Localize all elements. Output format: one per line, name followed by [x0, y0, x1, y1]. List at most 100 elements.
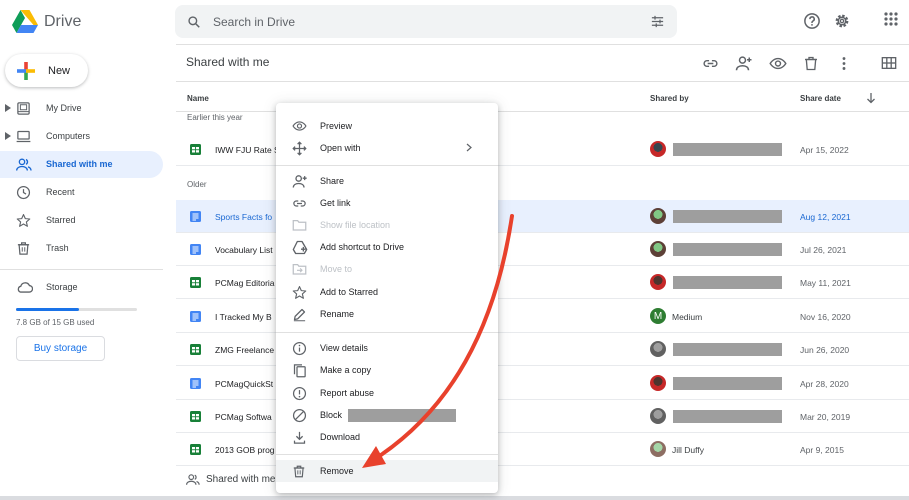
google-docs-icon: [190, 378, 201, 389]
grid-view-icon[interactable]: [881, 55, 897, 71]
copy-icon: [293, 364, 306, 378]
file-name: IWW FJU Rate S: [215, 145, 280, 155]
settings-gear-icon[interactable]: [833, 12, 851, 30]
menu-item-block[interactable]: Block: [276, 404, 498, 426]
menu-item-label: Show file location: [320, 220, 391, 230]
menu-item-get-link[interactable]: Get link: [276, 192, 498, 214]
sidebar-item-label: My Drive: [46, 103, 82, 113]
sidebar-item-computers[interactable]: Computers: [0, 123, 163, 150]
menu-item-label: Move to: [320, 264, 353, 274]
google-sheets-icon: [190, 411, 201, 422]
app-name: Drive: [44, 12, 82, 30]
new-button[interactable]: New: [5, 54, 88, 87]
menu-item-download[interactable]: Download: [276, 426, 498, 448]
trash-icon[interactable]: [803, 55, 819, 72]
link-icon: [293, 200, 306, 207]
storage-label: Storage: [46, 282, 78, 292]
drive-logo[interactable]: Drive: [12, 10, 81, 33]
avatar: [650, 241, 666, 257]
avatar: [650, 141, 666, 157]
column-header-name[interactable]: Name: [187, 94, 209, 103]
sidebar-item-my-drive[interactable]: My Drive: [0, 95, 163, 122]
sidebar: New My Drive Computers Shared with me Re…: [0, 44, 170, 500]
people-icon: [186, 474, 200, 485]
share-date: May 11, 2021: [800, 278, 851, 288]
page-title: Shared with me: [186, 55, 270, 69]
new-button-label: New: [48, 64, 71, 77]
eye-icon[interactable]: [769, 55, 787, 72]
menu-item-label: Remove: [320, 466, 354, 476]
search-bar[interactable]: [175, 5, 677, 38]
sidebar-item-storage[interactable]: Storage: [0, 274, 163, 301]
menu-item-label: Rename: [320, 309, 355, 319]
sidebar-item-shared-with-me[interactable]: Shared with me: [0, 151, 163, 178]
menu-item-share[interactable]: Share: [276, 170, 498, 192]
share-date: Apr 15, 2022: [800, 145, 849, 155]
section-older: Older: [187, 180, 207, 189]
menu-item-label: Make a copy: [320, 365, 372, 375]
link-icon[interactable]: [702, 55, 719, 72]
more-vert-icon[interactable]: [838, 55, 850, 72]
add-person-icon[interactable]: [735, 55, 753, 72]
menu-item-remove[interactable]: Remove: [276, 460, 498, 482]
apps-grid-icon[interactable]: [884, 12, 898, 26]
sidebar-item-trash[interactable]: Trash: [0, 235, 163, 262]
star-icon: [16, 214, 31, 227]
menu-item-report-abuse[interactable]: Report abuse: [276, 382, 498, 404]
help-icon[interactable]: [803, 12, 821, 30]
column-header-shared-by[interactable]: Shared by: [650, 94, 689, 103]
download-icon: [293, 431, 306, 444]
sort-arrow-down-icon[interactable]: [866, 93, 876, 104]
file-name: 2013 GOB prog: [215, 445, 275, 455]
share-date: Aug 12, 2021: [800, 212, 851, 222]
avatar: [650, 274, 666, 290]
clock-icon: [16, 185, 31, 200]
expand-caret-icon[interactable]: [5, 132, 11, 140]
menu-item-preview[interactable]: Preview: [276, 115, 498, 137]
people-icon: [16, 158, 32, 171]
expand-caret-icon[interactable]: [5, 104, 11, 112]
file-name: ZMG Freelance: [215, 345, 275, 355]
google-sheets-icon: [190, 444, 201, 455]
share-date: Nov 16, 2020: [800, 312, 851, 322]
storage-progress-bar: [16, 308, 137, 311]
google-sheets-icon: [190, 144, 201, 155]
share-date: Apr 9, 2015: [800, 445, 844, 455]
sidebar-item-label: Starred: [46, 215, 76, 225]
star-icon: [292, 286, 307, 299]
menu-item-make-a-copy[interactable]: Make a copy: [276, 359, 498, 381]
menu-divider: [276, 454, 498, 455]
menu-item-rename[interactable]: Rename: [276, 303, 498, 325]
storage-progress-fill: [16, 308, 79, 311]
file-name: Vocabulary List: [215, 245, 273, 255]
search-input[interactable]: [213, 14, 613, 29]
google-docs-icon: [190, 211, 201, 222]
eye-icon: [292, 121, 307, 131]
menu-item-add-shortcut[interactable]: Add shortcut to Drive: [276, 236, 498, 258]
menu-item-view-details[interactable]: View details: [276, 337, 498, 359]
column-header-share-date[interactable]: Share date: [800, 94, 841, 103]
bottom-scrollbar[interactable]: [0, 496, 909, 500]
sidebar-item-starred[interactable]: Starred: [0, 207, 163, 234]
redacted-owner: [673, 210, 782, 223]
computer-icon: [16, 130, 31, 143]
main-header: Shared with me: [176, 44, 909, 82]
share-date: Jun 26, 2020: [800, 345, 850, 355]
sidebar-item-recent[interactable]: Recent: [0, 179, 163, 206]
google-docs-icon: [190, 311, 201, 322]
file-name: Sports Facts fo: [215, 212, 273, 222]
menu-item-add-to-starred[interactable]: Add to Starred: [276, 281, 498, 303]
menu-item-open-with[interactable]: Open with: [276, 137, 498, 159]
search-icon[interactable]: [187, 15, 201, 29]
redacted-owner: [673, 243, 782, 256]
menu-item-show-file-location: Show file location: [276, 214, 498, 236]
redacted-owner: [673, 143, 782, 156]
buy-storage-button[interactable]: Buy storage: [16, 336, 105, 361]
search-options-icon[interactable]: [650, 14, 665, 29]
move-arrows-icon: [292, 141, 307, 156]
add-person-icon: [292, 175, 307, 188]
section-earlier-this-year: Earlier this year: [187, 113, 243, 122]
add-shortcut-drive-icon: [292, 240, 308, 255]
menu-item-label: Block: [320, 410, 343, 420]
footer-shared-with-me[interactable]: Shared with me: [186, 473, 275, 486]
